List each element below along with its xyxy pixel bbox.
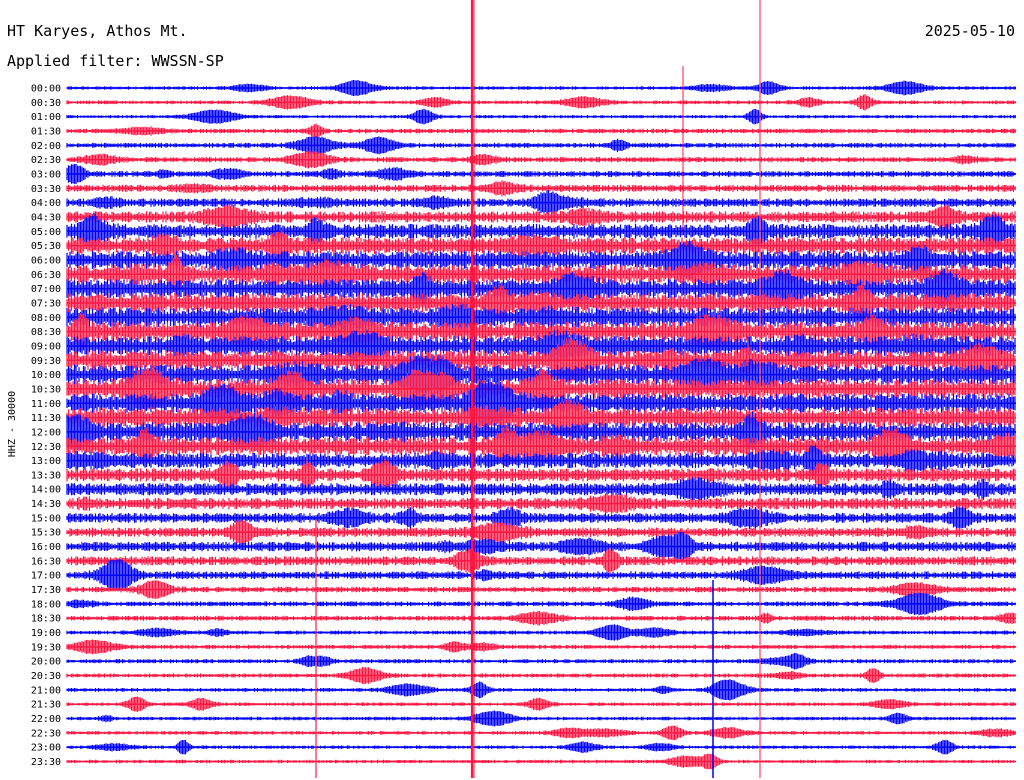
helicorder-chart: HT Karyes, Athos Mt. 2025-05-10 Applied … [7,0,1016,778]
row-label: 13:30 [31,470,61,481]
row-label: 15:30 [31,528,61,539]
row-label: 18:30 [31,614,61,625]
row-label: 17:30 [31,585,61,596]
row-label: 07:00 [31,284,61,295]
row-label: 02:00 [31,141,61,152]
row-label: 23:30 [31,757,61,768]
row-label: 22:00 [31,714,61,725]
station-title: HT Karyes, Athos Mt. [7,22,188,40]
row-label: 17:00 [31,571,61,582]
row-label: 04:30 [31,212,61,223]
row-label: 12:30 [31,442,61,453]
row-label: 03:00 [31,169,61,180]
trace-group [66,80,1016,770]
row-label: 13:00 [31,456,61,467]
row-label: 04:00 [31,198,61,209]
row-label: 05:00 [31,227,61,238]
row-label: 14:00 [31,485,61,496]
row-label: 05:30 [31,241,61,252]
row-label: 09:00 [31,341,61,352]
row-label: 11:00 [31,399,61,410]
row-label: 03:30 [31,184,61,195]
row-label: 19:30 [31,642,61,653]
row-label: 15:00 [31,513,61,524]
row-label: 20:30 [31,671,61,682]
row-label: 21:30 [31,700,61,711]
row-label: 10:30 [31,384,61,395]
row-label: 00:00 [31,84,61,95]
row-label: 01:00 [31,112,61,123]
row-label: 16:30 [31,556,61,567]
filter-label: Applied filter: WWSSN-SP [7,52,224,70]
row-label: 19:00 [31,628,61,639]
row-label: 06:00 [31,255,61,266]
row-label: 12:00 [31,427,61,438]
date-label: 2025-05-10 [925,22,1015,40]
row-label: 07:30 [31,298,61,309]
row-label: 10:00 [31,370,61,381]
row-label: 22:30 [31,728,61,739]
row-label: 14:30 [31,499,61,510]
row-label: 21:00 [31,685,61,696]
row-label: 16:00 [31,542,61,553]
row-label: 00:30 [31,98,61,109]
row-label-group: 00:00 00:30 01:00 01:30 02:00 02:30 03:00 03:30… [31,84,61,769]
channel-label: HHZ - 30000 [7,391,18,457]
row-label: 08:00 [31,313,61,324]
row-label: 02:30 [31,155,61,166]
row-label: 11:30 [31,413,61,424]
row-label: 09:30 [31,356,61,367]
row-label: 20:00 [31,657,61,668]
row-label: 08:30 [31,327,61,338]
row-label: 06:30 [31,270,61,281]
row-label: 01:30 [31,126,61,137]
row-label: 18:00 [31,599,61,610]
row-label: 23:00 [31,743,61,754]
